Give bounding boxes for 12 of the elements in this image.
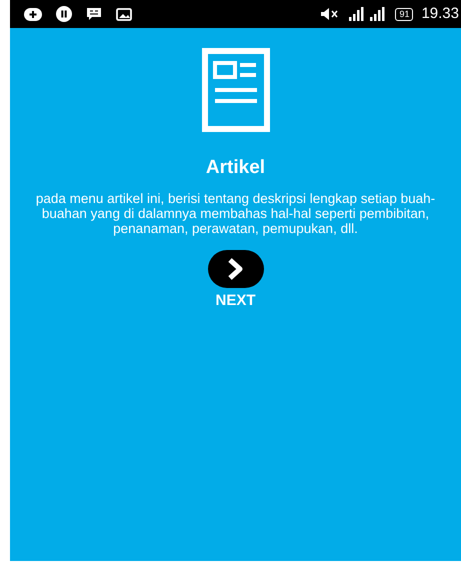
chevron-right-icon — [226, 256, 244, 280]
battery-indicator: 91 — [395, 8, 414, 20]
speaker-muted-icon — [321, 8, 340, 20]
pause-icon — [56, 6, 72, 22]
image-icon — [116, 8, 132, 20]
intro-title: Artikel — [206, 156, 266, 180]
add-badge-icon — [24, 8, 42, 20]
document-icon — [202, 48, 270, 132]
signal-bars-icon — [347, 6, 388, 22]
chat-bubble-icon — [86, 7, 102, 21]
clock-time: 19.33 — [421, 4, 460, 24]
intro-description: pada menu artikel ini, berisi tentang deskripsi lengkap setiap buah-buahan yang di dalamnya membahas hal-hal seperti pembibitan, penanaman, perawatan, pemupukan, dll. — [34, 190, 436, 236]
